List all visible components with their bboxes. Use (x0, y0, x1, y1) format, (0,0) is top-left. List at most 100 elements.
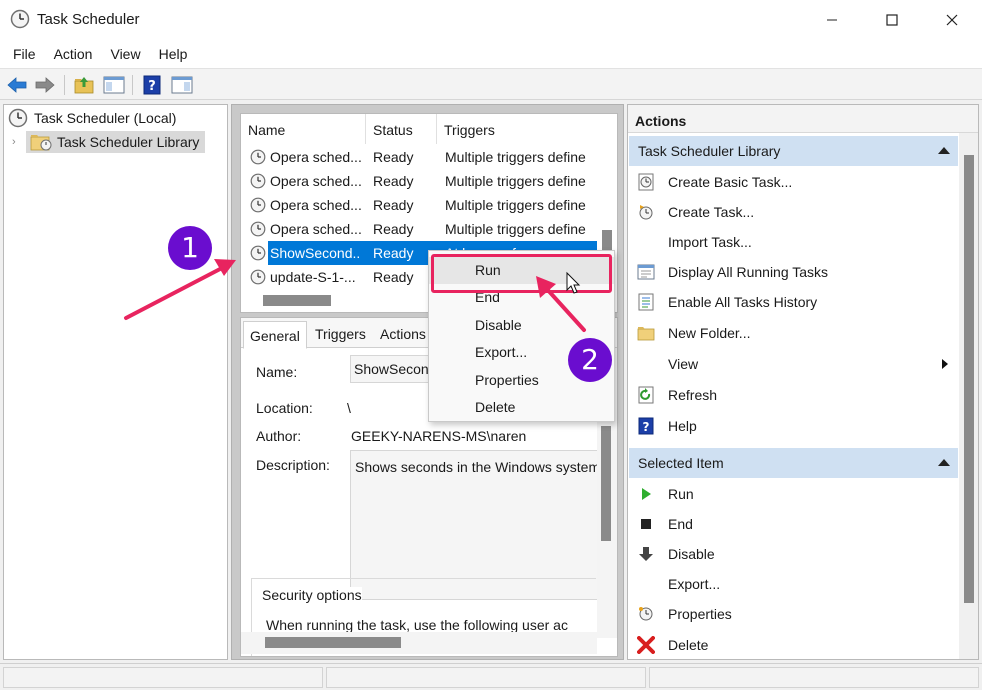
task-status-cell: Ready (361, 241, 437, 265)
action-pane-button[interactable] (170, 73, 194, 97)
task-scheduler-clock-icon (8, 108, 28, 128)
scrollbar-thumb[interactable] (263, 295, 331, 306)
action-properties[interactable]: Properties (628, 599, 958, 629)
section-selected-item[interactable]: Selected Item (629, 448, 958, 478)
action-export[interactable]: Export... (628, 569, 958, 599)
task-name-cell: Opera sched... (270, 221, 361, 237)
menu-view[interactable]: View (101, 40, 149, 68)
action-label: Disable (668, 546, 715, 562)
run-highlight-box (431, 254, 612, 293)
collapse-up-icon[interactable] (938, 459, 950, 466)
menu-file[interactable]: File (4, 40, 45, 68)
section-title: Selected Item (638, 455, 724, 471)
back-button[interactable] (5, 73, 29, 97)
forward-arrow-icon (35, 77, 55, 93)
task-clock-icon (250, 197, 266, 213)
action-enable-tasks-history[interactable]: Enable All Tasks History (628, 287, 958, 317)
action-label: Properties (668, 606, 732, 622)
section-task-scheduler-library[interactable]: Task Scheduler Library (629, 136, 958, 166)
task-name-cell: Opera sched... (270, 173, 361, 189)
table-row[interactable]: Opera sched... Ready Multiple triggers def… (241, 193, 597, 217)
tab-triggers[interactable]: Triggers (309, 320, 372, 348)
action-help[interactable]: ? Help (628, 411, 958, 441)
task-scheduler-clock-icon (10, 9, 30, 29)
running-tasks-icon (637, 263, 655, 281)
maximize-icon (886, 14, 898, 26)
scrollbar-thumb[interactable] (964, 155, 974, 603)
back-arrow-icon (7, 77, 27, 93)
section-title: Task Scheduler Library (638, 143, 781, 159)
action-end[interactable]: End (628, 509, 958, 539)
minimize-icon (827, 19, 837, 21)
action-disable[interactable]: Disable (628, 539, 958, 569)
name-field[interactable]: ShowSeconds (350, 355, 440, 383)
tab-actions[interactable]: Actions (374, 320, 432, 348)
properties-icon (637, 605, 655, 623)
svg-text:?: ? (148, 79, 156, 94)
disable-icon (637, 545, 655, 563)
scrollbar-thumb[interactable] (601, 426, 611, 541)
submenu-arrow-icon (942, 359, 948, 369)
annotation-badge-2: 2 (568, 338, 612, 382)
action-display-running-tasks[interactable]: Display All Running Tasks (628, 257, 958, 287)
status-cell (3, 667, 323, 688)
task-clock-icon (250, 221, 266, 237)
minimize-button[interactable] (802, 0, 862, 40)
toolbar-separator (64, 75, 65, 95)
action-label: Help (668, 418, 697, 434)
action-view[interactable]: View (628, 349, 958, 379)
tree-node-root[interactable]: Task Scheduler (Local) (8, 107, 176, 129)
action-refresh[interactable]: Refresh (628, 380, 958, 410)
status-cell (649, 667, 979, 688)
tab-general[interactable]: General (243, 321, 307, 349)
tree-node-library[interactable]: › Task Scheduler Library (12, 131, 206, 153)
action-import-task[interactable]: Import Task... (628, 227, 958, 257)
tree-library-selected: Task Scheduler Library (26, 131, 206, 153)
context-menu-delete[interactable]: Delete (429, 394, 614, 421)
action-delete[interactable]: Delete (628, 630, 958, 659)
action-create-task[interactable]: Create Task... (628, 197, 958, 227)
action-label: Create Basic Task... (668, 174, 793, 190)
toolbar-separator (132, 75, 133, 95)
scrollbar-thumb[interactable] (265, 637, 401, 648)
action-new-folder[interactable]: New Folder... (628, 318, 958, 348)
task-status-cell: Ready (373, 269, 414, 285)
task-triggers-cell: Multiple triggers define (445, 197, 586, 213)
table-row[interactable]: Opera sched... Ready Multiple triggers def… (241, 145, 597, 169)
table-row[interactable]: Opera sched... Ready Multiple triggers def… (241, 169, 597, 193)
forward-button[interactable] (33, 73, 57, 97)
action-label: Run (668, 486, 694, 502)
actions-vertical-scrollbar[interactable] (959, 133, 978, 659)
action-label: Create Task... (668, 204, 755, 220)
end-icon (637, 515, 655, 533)
help-toolbar-button[interactable]: ? (140, 73, 164, 97)
column-header-status[interactable]: Status (366, 114, 437, 144)
svg-text:?: ? (643, 420, 650, 434)
location-label: Location: (256, 400, 313, 416)
up-folder-button[interactable] (72, 73, 96, 97)
action-label: New Folder... (668, 325, 751, 341)
close-button[interactable] (922, 0, 982, 40)
details-horizontal-scrollbar[interactable] (241, 632, 597, 654)
collapse-up-icon[interactable] (938, 147, 950, 154)
status-bar (0, 663, 982, 690)
maximize-button[interactable] (862, 0, 922, 40)
column-header-triggers[interactable]: Triggers (437, 114, 597, 144)
context-menu-disable[interactable]: Disable (429, 312, 614, 339)
delete-icon (637, 636, 655, 654)
task-clock-icon (250, 269, 266, 285)
location-value: \ (347, 400, 351, 416)
actions-pane: Actions Task Scheduler Library Create Ba… (627, 104, 979, 660)
action-run[interactable]: Run (628, 479, 958, 509)
annotation-badge-1: 1 (168, 226, 212, 270)
show-hide-tree-button[interactable] (102, 73, 126, 97)
menu-help[interactable]: Help (150, 40, 197, 68)
security-options-text: When running the task, use the following… (266, 617, 568, 633)
action-create-basic-task[interactable]: Create Basic Task... (628, 167, 958, 197)
table-row[interactable]: Opera sched... Ready Multiple triggers def… (241, 217, 597, 241)
chevron-right-icon[interactable]: › (12, 136, 26, 148)
menu-action[interactable]: Action (45, 40, 102, 68)
column-header-name[interactable]: Name (241, 114, 366, 144)
description-label: Description: (256, 457, 330, 473)
new-folder-icon (637, 324, 655, 342)
